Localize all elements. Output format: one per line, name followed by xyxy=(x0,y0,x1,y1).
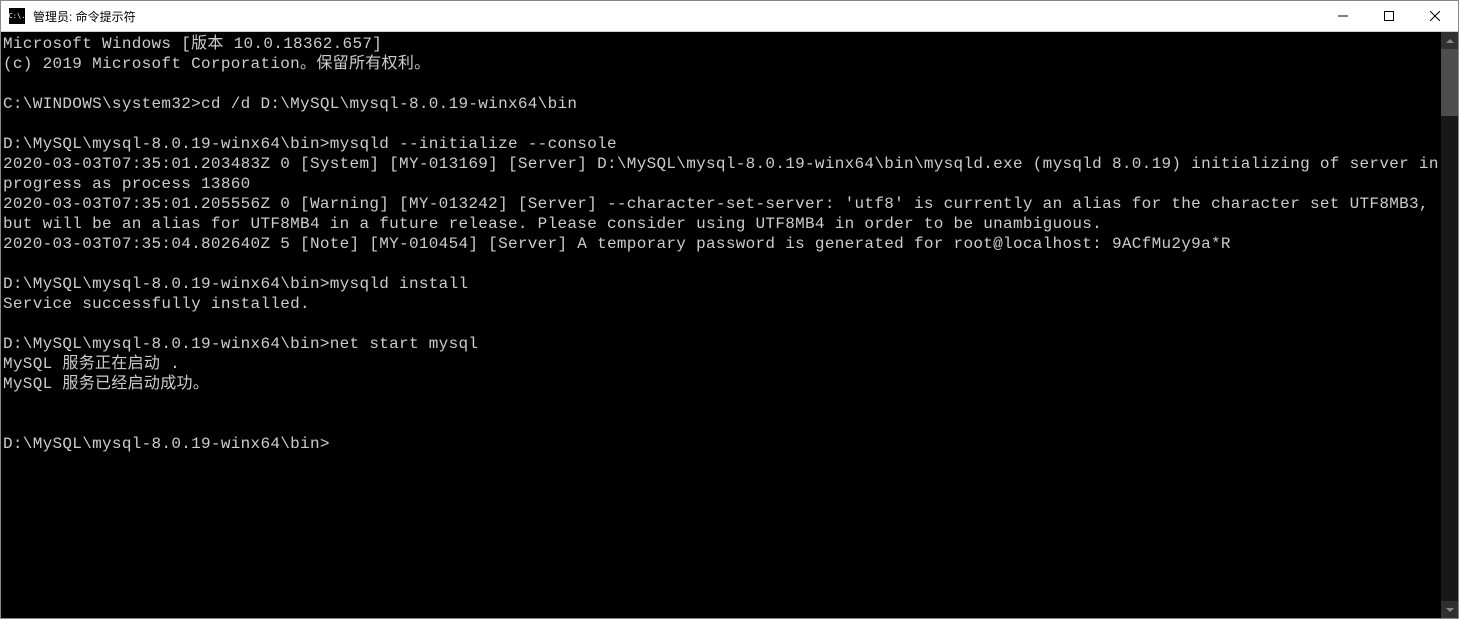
console-area: Microsoft Windows [版本 10.0.18362.657] (c… xyxy=(1,32,1458,618)
window-titlebar[interactable]: C:\. 管理员: 命令提示符 xyxy=(1,1,1458,32)
scrollbar-up-button[interactable] xyxy=(1441,32,1458,49)
maximize-button[interactable] xyxy=(1366,1,1412,31)
scrollbar-down-button[interactable] xyxy=(1441,601,1458,618)
scrollbar-thumb[interactable] xyxy=(1441,49,1458,116)
vertical-scrollbar[interactable] xyxy=(1441,32,1458,618)
chevron-up-icon xyxy=(1446,37,1454,45)
cmd-icon-text: C:\. xyxy=(9,13,26,20)
cmd-icon: C:\. xyxy=(9,8,25,24)
console-output[interactable]: Microsoft Windows [版本 10.0.18362.657] (c… xyxy=(1,32,1441,618)
window-controls xyxy=(1320,1,1458,31)
minimize-button[interactable] xyxy=(1320,1,1366,31)
chevron-down-icon xyxy=(1446,606,1454,614)
minimize-icon xyxy=(1338,11,1348,21)
window-title: 管理员: 命令提示符 xyxy=(31,8,1320,25)
close-button[interactable] xyxy=(1412,1,1458,31)
maximize-icon xyxy=(1384,11,1394,21)
close-icon xyxy=(1430,11,1440,21)
